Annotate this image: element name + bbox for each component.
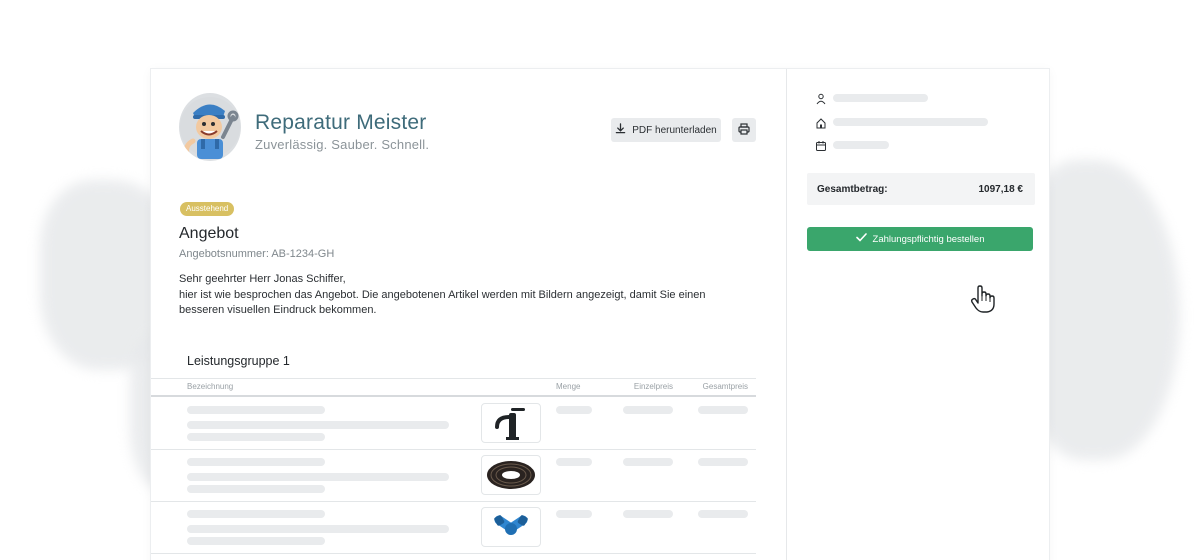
placeholder-quantity (556, 510, 592, 518)
placeholder-customer-name (833, 94, 928, 102)
hand-pointer-icon (970, 284, 996, 314)
placeholder-address (833, 118, 988, 126)
document-title: Angebot (179, 225, 239, 242)
total-label: Gesamtbetrag: (817, 184, 888, 195)
order-button[interactable]: Zahlungspflichtig bestellen (807, 227, 1033, 251)
intro-text: hier ist wie besprochen das Angebot. Die… (179, 289, 706, 316)
placeholder-total-price (698, 458, 748, 466)
placeholder-quantity (556, 458, 592, 466)
placeholder-quantity (556, 406, 592, 414)
placeholder-line (187, 525, 449, 533)
table-top-divider (151, 378, 756, 379)
pdf-download-label: PDF herunterladen (632, 124, 717, 136)
placeholder-line (187, 433, 325, 441)
placeholder-line (187, 406, 325, 414)
order-sidebar: Gesamtbetrag: 1097,18 € Zahlungspflichti… (786, 69, 1051, 560)
home-icon (815, 116, 827, 129)
column-header-unit-price: Einzelpreis (633, 382, 673, 391)
company-tagline: Zuverlässig. Sauber. Schnell. (255, 137, 430, 152)
placeholder-line (187, 458, 325, 466)
total-amount-box: Gesamtbetrag: 1097,18 € (807, 173, 1035, 205)
print-button[interactable] (732, 118, 756, 142)
placeholder-date (833, 141, 889, 149)
placeholder-line (187, 485, 325, 493)
placeholder-total-price (698, 406, 748, 414)
row-divider (151, 501, 756, 502)
product-image-hose-coil (481, 455, 541, 495)
column-header-description: Bezeichnung (187, 382, 234, 391)
product-image-pipe-fitting (481, 507, 541, 547)
placeholder-unit-price (623, 510, 673, 518)
status-badge: Ausstehend (180, 202, 235, 216)
calendar-icon (815, 139, 827, 151)
printer-icon (738, 122, 750, 138)
placeholder-line (187, 473, 449, 481)
placeholder-line (187, 537, 325, 545)
group-title: Leistungsgruppe 1 (187, 354, 290, 368)
row-divider (151, 553, 756, 554)
order-button-label: Zahlungspflichtig bestellen (872, 233, 985, 245)
pdf-download-button[interactable]: PDF herunterladen (611, 118, 721, 142)
company-logo (179, 93, 241, 161)
quote-main: Reparatur Meister Zuverlässig. Sauber. S… (151, 69, 786, 560)
total-value: 1097,18 € (978, 184, 1024, 195)
person-icon (815, 92, 827, 105)
placeholder-unit-price (623, 458, 673, 466)
document-number: Angebotsnummer: AB-1234-GH (179, 248, 335, 260)
placeholder-total-price (698, 510, 748, 518)
placeholder-line (187, 421, 449, 429)
placeholder-unit-price (623, 406, 673, 414)
row-divider (151, 449, 756, 450)
company-name: Reparatur Meister (255, 111, 427, 134)
download-icon (615, 123, 626, 137)
product-image-faucet (481, 403, 541, 443)
quote-card: Reparatur Meister Zuverlässig. Sauber. S… (150, 68, 1050, 560)
placeholder-line (187, 510, 325, 518)
column-header-quantity: Menge (556, 382, 581, 391)
greeting-text: Sehr geehrter Herr Jonas Schiffer, (179, 273, 346, 285)
check-icon (855, 233, 867, 245)
column-header-total-price: Gesamtpreis (702, 382, 748, 391)
table-header-divider (151, 395, 756, 397)
